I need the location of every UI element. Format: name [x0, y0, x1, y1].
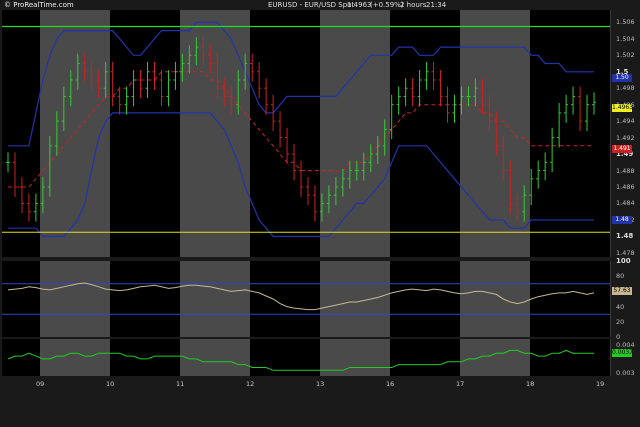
symbol-title: EURUSD - EUR/USD Spot	[268, 1, 355, 9]
axis-tick-label: 20	[616, 317, 625, 326]
axis-tick-label: 1.488	[616, 166, 635, 175]
time-axis-label: 16	[386, 380, 395, 388]
axis-tick-label: 1.494	[616, 117, 635, 126]
session-band	[40, 261, 110, 337]
time-axis-label: 10	[106, 380, 115, 388]
session-band	[40, 339, 110, 376]
axis-tick-label: 1.504	[616, 34, 635, 43]
time-axis-label: 19	[596, 380, 605, 388]
axis-tick-label: 1.486	[616, 183, 635, 192]
session-band	[460, 261, 530, 337]
last-price: 1.4963	[347, 1, 372, 9]
time-axis-label: 18	[526, 380, 535, 388]
momentum-badge: 0.0037	[612, 349, 633, 357]
time-axis-label: 13	[316, 380, 325, 388]
price-chart-svg	[2, 10, 610, 257]
session-band	[180, 261, 250, 337]
oscillator-chart-svg	[2, 261, 610, 337]
oscillator-axis[interactable]: 100806040200	[611, 257, 640, 341]
axis-tick-label: 40	[616, 302, 625, 311]
axis-tick-label: 1.48	[616, 232, 634, 241]
axis-tick-label: 1.484	[616, 199, 635, 208]
axis-tick-label: 0.004	[616, 340, 635, 349]
time-axis-label: 11	[176, 380, 185, 388]
axis-tick-label: 1.506	[616, 18, 635, 27]
watermark: © ProRealTime.com	[4, 1, 74, 9]
axis-tick-label: 1.478	[616, 248, 635, 257]
time-axis-label: 09	[36, 380, 45, 388]
chart-header: © ProRealTime.com EURUSD - EUR/USD Spot …	[0, 0, 640, 10]
session-band	[40, 10, 110, 257]
axis-tick-label: 0.003	[616, 369, 635, 378]
time-axis-label: 12	[246, 380, 255, 388]
axis-tick-label: 1.502	[616, 51, 635, 60]
last-price-badge: 1.4963	[612, 104, 633, 112]
oscillator-badge: 57.63	[612, 287, 632, 295]
ma-badge: 1.491	[612, 145, 632, 153]
chart-window: © ProRealTime.com EURUSD - EUR/USD Spot …	[0, 0, 640, 427]
momentum-pane[interactable]	[2, 339, 611, 376]
axis-tick-label: 1.492	[616, 133, 635, 142]
price-change: (+0.59%)	[370, 1, 404, 9]
upper-band-badge: 1.50	[612, 74, 632, 82]
price-pane[interactable]	[2, 10, 611, 257]
session-band	[460, 339, 530, 376]
momentum-chart-svg	[7, 339, 594, 376]
session-band	[180, 339, 250, 376]
lower-band-badge: 1.48	[612, 216, 632, 224]
session-band	[180, 10, 250, 257]
axis-tick-label: 1.498	[616, 84, 635, 93]
oscillator-pane[interactable]	[2, 261, 611, 337]
axis-tick-label: 100	[616, 257, 631, 265]
momentum-axis[interactable]: 0.004 0.003	[611, 339, 640, 378]
axis-tick-label: 80	[616, 272, 625, 281]
timeframe-label: 2 hours	[400, 1, 427, 9]
session-band	[320, 10, 390, 257]
time-axis-label: 17	[456, 380, 465, 388]
session-band	[320, 261, 390, 337]
clock-time: 21:34	[426, 1, 447, 9]
